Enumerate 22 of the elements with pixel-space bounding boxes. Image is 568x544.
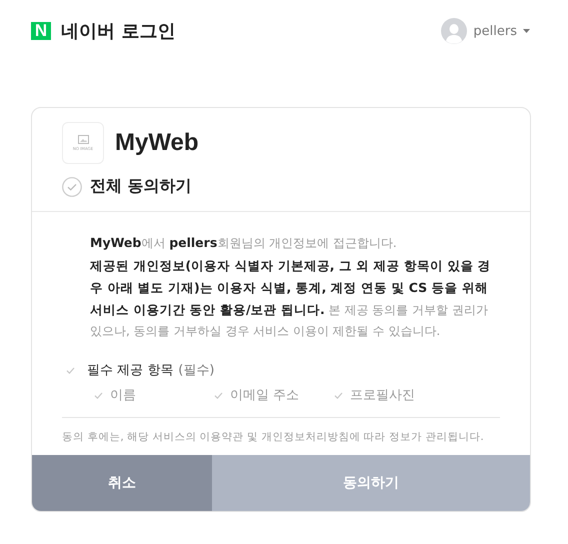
check-icon[interactable] (66, 366, 75, 374)
image-icon (78, 135, 88, 144)
cancel-button[interactable]: 취소 (32, 455, 212, 511)
logo: N (31, 22, 51, 40)
check-icon[interactable] (334, 392, 343, 398)
user-menu[interactable]: pellers (441, 18, 530, 44)
page-title: 네이버 로그인 (61, 20, 176, 43)
required-tag: (필수) (178, 361, 214, 379)
consent-paragraph: MyWeb에서 pellers회원님의 개인정보에 접근합니다. (90, 234, 398, 252)
item-label: 이름 (110, 387, 136, 404)
required-items-label: 필수 제공 항목 (87, 362, 174, 379)
item-label: 프로필사진 (350, 387, 415, 404)
item-label: 이메일 주소 (230, 387, 300, 404)
checkbox[interactable] (62, 176, 82, 196)
consent-paragraph: 제공된 개인정보(이용자 식별자 기본제공, 그 외 제공 항목이 있을 경우 아래 별도 기재)는 이용자 식별, 통계, 계정 연동 및 CS 등을 위해 서비스 이용기간 동안 활용/보관 됩니다. 본 제공 동의를 거부할 권리가 있으나, 동의를 거부하실 경우 서비스 이용이 제한될 수 있습니다. (90, 257, 492, 340)
avatar-icon (441, 18, 468, 44)
notice-text: 동의 후에는, 해당 서비스의 이용약관 및 개인정보처리방침에 따라 정보가 관리됩니다. (62, 430, 485, 445)
check-icon[interactable] (94, 392, 103, 398)
app-name: MyWeb (115, 129, 199, 157)
caret-icon (523, 29, 530, 33)
check-icon[interactable] (214, 392, 223, 398)
agree-all-label[interactable]: 전체 동의하기 (90, 176, 192, 197)
